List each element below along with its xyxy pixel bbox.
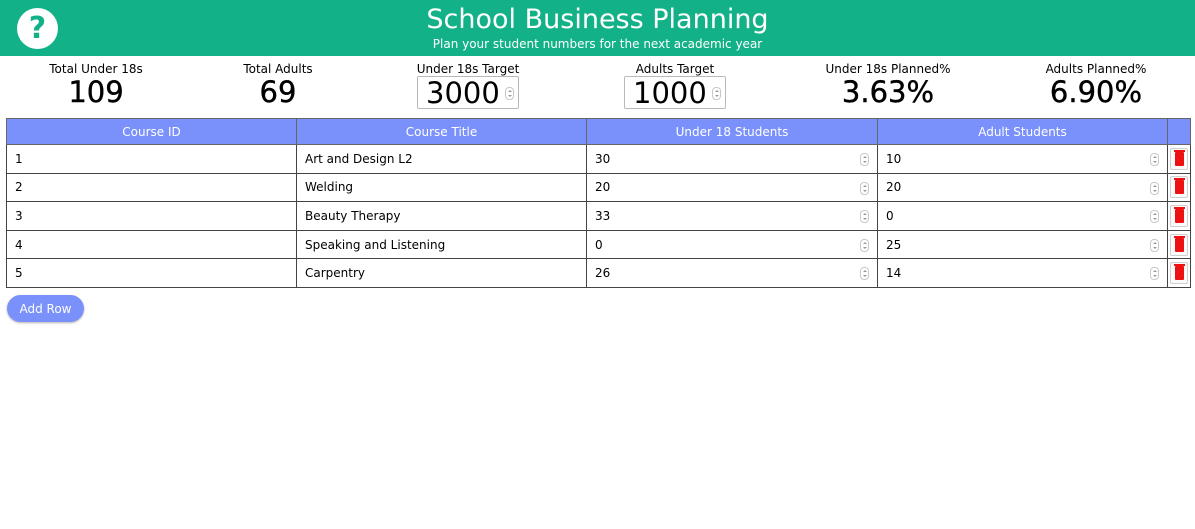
under18-input[interactable]: 33 <box>586 201 878 231</box>
adults-value: 14 <box>886 266 902 281</box>
stat-under18-planned: Under 18s Planned% 3.63% <box>818 62 958 108</box>
spinner-icon[interactable] <box>860 267 869 281</box>
stat-label: Adults Target <box>635 62 715 76</box>
app-header: ? School Business Planning Plan your stu… <box>0 0 1195 56</box>
course-title-cell: Carpentry <box>296 258 587 288</box>
adults-input[interactable]: 20 <box>877 172 1168 203</box>
table-row: 1 Art and Design L2 30 10 <box>6 144 1191 174</box>
course-title-cell: Art and Design L2 <box>296 144 587 174</box>
stat-label: Total Adults <box>243 62 313 76</box>
spinner-icon[interactable] <box>1150 181 1159 195</box>
under18-input[interactable]: 0 <box>586 229 878 260</box>
stat-label: Adults Planned% <box>1045 62 1147 76</box>
stat-value: 69 <box>259 75 297 109</box>
delete-row-button[interactable] <box>1170 204 1188 227</box>
adults-input[interactable]: 25 <box>877 229 1168 260</box>
table-row: 3 Beauty Therapy 33 0 <box>6 201 1191 231</box>
column-header-under18: Under 18 Students <box>586 118 878 145</box>
adults-value: 10 <box>886 151 902 166</box>
stat-total-under18: Total Under 18s 109 <box>46 62 146 108</box>
adults-input[interactable]: 10 <box>877 144 1168 174</box>
under18-target-input[interactable]: 3000 <box>417 76 519 109</box>
delete-row-button[interactable] <box>1170 262 1188 285</box>
table-row: 2 Welding 20 20 <box>6 172 1191 203</box>
delete-cell <box>1167 201 1191 231</box>
course-title-cell: Speaking and Listening <box>296 229 587 260</box>
column-header-course-title: Course Title <box>296 118 587 145</box>
trash-icon <box>1174 178 1185 195</box>
under18-input[interactable]: 30 <box>586 144 878 174</box>
stat-value: 109 <box>68 75 124 109</box>
delete-row-button[interactable] <box>1170 147 1188 170</box>
course-id-cell: 4 <box>6 229 297 260</box>
under18-value: 0 <box>595 237 603 252</box>
page-subtitle: Plan your student numbers for the next a… <box>432 37 763 51</box>
course-id-cell: 5 <box>6 258 297 288</box>
delete-row-button[interactable] <box>1170 233 1188 256</box>
trash-icon <box>1174 235 1185 252</box>
spinner-icon[interactable] <box>1150 153 1159 166</box>
stat-label: Under 18s Target <box>416 62 520 76</box>
delete-cell <box>1167 258 1191 288</box>
stat-adults-target: Adults Target 1000 <box>615 62 735 109</box>
spinner-icon[interactable] <box>712 87 721 100</box>
column-header-actions <box>1167 118 1191 145</box>
stat-value: 6.90% <box>1049 75 1143 109</box>
spinner-icon[interactable] <box>860 238 869 252</box>
stat-label: Total Under 18s <box>49 62 143 76</box>
table-row: 4 Speaking and Listening 0 25 <box>6 229 1191 260</box>
spinner-icon[interactable] <box>860 153 869 166</box>
table-header-row: Course ID Course Title Under 18 Students… <box>6 118 1191 145</box>
column-header-course-id: Course ID <box>6 118 297 145</box>
stat-under18-target: Under 18s Target 3000 <box>408 62 528 109</box>
adults-input[interactable]: 14 <box>877 258 1168 288</box>
trash-icon <box>1174 206 1185 223</box>
input-value: 3000 <box>426 76 500 110</box>
course-id-cell: 1 <box>6 144 297 174</box>
add-row-button[interactable]: Add Row <box>7 295 84 322</box>
stat-total-adults: Total Adults 69 <box>228 62 328 108</box>
spinner-icon[interactable] <box>860 210 869 224</box>
trash-icon <box>1174 264 1185 281</box>
adults-value: 20 <box>886 180 902 195</box>
under18-value: 30 <box>595 151 611 166</box>
under18-value: 33 <box>595 208 611 223</box>
stat-adults-planned: Adults Planned% 6.90% <box>1036 62 1156 108</box>
spinner-icon[interactable] <box>505 87 514 100</box>
trash-icon <box>1174 149 1185 166</box>
delete-row-button[interactable] <box>1170 176 1188 199</box>
delete-cell <box>1167 144 1191 174</box>
delete-cell <box>1167 172 1191 203</box>
under18-input[interactable]: 26 <box>586 258 878 288</box>
course-id-cell: 3 <box>6 201 297 231</box>
course-id-cell: 2 <box>6 172 297 203</box>
adults-value: 25 <box>886 237 902 252</box>
adults-input[interactable]: 0 <box>877 201 1168 231</box>
under18-input[interactable]: 20 <box>586 172 878 203</box>
spinner-icon[interactable] <box>860 181 869 195</box>
spinner-icon[interactable] <box>1150 238 1159 252</box>
input-value: 1000 <box>633 76 707 110</box>
spinner-icon[interactable] <box>1150 210 1159 224</box>
stat-value: 3.63% <box>841 75 935 109</box>
adults-target-input[interactable]: 1000 <box>624 76 726 109</box>
spinner-icon[interactable] <box>1150 267 1159 281</box>
courses-table: Course ID Course Title Under 18 Students… <box>6 118 1191 288</box>
under18-value: 26 <box>595 266 611 281</box>
adults-value: 0 <box>886 208 894 223</box>
column-header-adults: Adult Students <box>877 118 1168 145</box>
stat-label: Under 18s Planned% <box>825 62 951 76</box>
course-title-cell: Beauty Therapy <box>296 201 587 231</box>
table-row: 5 Carpentry 26 14 <box>6 258 1191 288</box>
page-title: School Business Planning <box>426 4 769 35</box>
course-title-cell: Welding <box>296 172 587 203</box>
under18-value: 20 <box>595 180 611 195</box>
delete-cell <box>1167 229 1191 260</box>
